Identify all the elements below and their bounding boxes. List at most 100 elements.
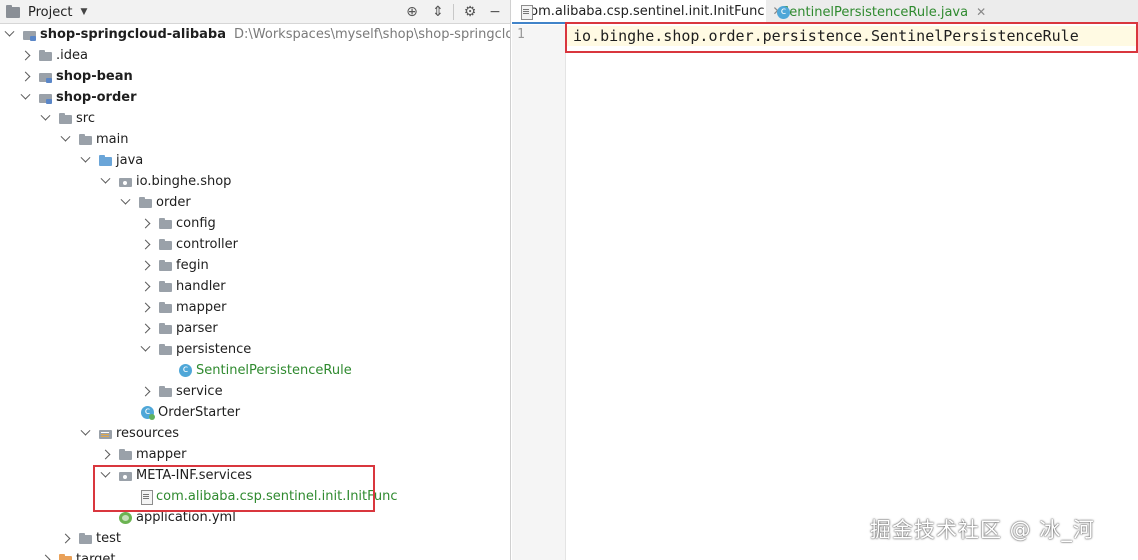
chevron-right-icon[interactable] (140, 318, 150, 339)
tree-item-sentinel-persistence-rule[interactable]: SentinelPersistenceRule (160, 360, 352, 381)
chevron-down-icon[interactable] (80, 150, 90, 171)
tree-item-label: OrderStarter (158, 405, 241, 420)
folder-icon (158, 342, 174, 358)
tree-item-label: target (76, 552, 116, 560)
resources-folder-icon (98, 426, 114, 442)
tree-item-label: handler (176, 279, 226, 294)
tree-item-shop-springcloud-alibaba[interactable]: shop-springcloud-alibaba D:\Workspaces\m… (4, 24, 510, 45)
project-view-selector[interactable]: Project ▼ (6, 3, 87, 21)
header-divider (453, 4, 454, 20)
tab-sentinel-persistence-rule[interactable]: SentinelPersistenceRule.java ✕ (770, 0, 986, 24)
tree-item-order-starter[interactable]: OrderStarter (122, 402, 240, 423)
tree-item-service[interactable]: service (140, 381, 223, 402)
tree-item-label: mapper (176, 300, 227, 315)
tree-item-target[interactable]: target (40, 549, 116, 560)
line-number: 1 (517, 27, 525, 42)
tab-label: SentinelPersistenceRule.java (781, 4, 969, 20)
tree-item-label: .idea (56, 48, 88, 63)
tree-item-label: fegin (176, 258, 209, 273)
tree-item-label: main (96, 132, 129, 147)
chevron-right-icon[interactable] (40, 549, 50, 560)
highlight-box (93, 465, 375, 512)
chevron-right-icon[interactable] (100, 444, 110, 465)
tree-item-label: persistence (176, 342, 252, 357)
tree-item-shop-order[interactable]: shop-order (20, 87, 137, 108)
tree-item-label: SentinelPersistenceRule (196, 363, 352, 378)
chevron-down-icon[interactable] (20, 87, 30, 108)
chevron-right-icon[interactable] (20, 45, 30, 66)
tree-item-resources[interactable]: resources (80, 423, 179, 444)
chevron-right-icon[interactable] (140, 255, 150, 276)
package-icon (118, 174, 134, 190)
folder-icon (158, 384, 174, 400)
target-folder-icon (58, 552, 74, 560)
chevron-down-icon[interactable] (4, 24, 14, 45)
folder-icon (158, 258, 174, 274)
project-panel-header: Project ▼ ⊕ ⇕ ⚙ − (0, 0, 510, 24)
chevron-right-icon[interactable] (140, 213, 150, 234)
spring-main-class-icon (140, 405, 156, 421)
collapse-icon[interactable]: ⇕ (429, 3, 447, 21)
tree-item-test[interactable]: test (60, 528, 121, 549)
tree-item-label: test (96, 531, 121, 546)
folder-icon (158, 279, 174, 295)
tree-item-label: service (176, 384, 223, 399)
crosshair-icon[interactable]: ⊕ (403, 3, 421, 21)
tree-item-label: src (76, 111, 95, 126)
tree-item-label: order (156, 195, 191, 210)
module-folder-icon (38, 90, 54, 106)
tab-initfunc[interactable]: com.alibaba.csp.sentinel.init.InitFunc ✕ (512, 0, 783, 24)
tree-item-label: controller (176, 237, 239, 252)
folder-icon (158, 300, 174, 316)
tree-item-label: shop-order (56, 90, 137, 105)
chevron-right-icon[interactable] (140, 297, 150, 318)
chevron-right-icon[interactable] (140, 276, 150, 297)
chevron-right-icon[interactable] (60, 528, 70, 549)
tree-item-config[interactable]: config (140, 213, 216, 234)
folder-icon (38, 48, 54, 64)
folder-icon (158, 216, 174, 232)
chevron-down-icon[interactable] (120, 192, 130, 213)
tree-item-io-binghe-shop[interactable]: io.binghe.shop (100, 171, 231, 192)
tree-item-controller[interactable]: controller (140, 234, 238, 255)
chevron-down-icon[interactable] (100, 171, 110, 192)
folder-icon (58, 111, 74, 127)
tree-item-label: parser (176, 321, 218, 336)
chevron-down-icon[interactable] (40, 108, 50, 129)
folder-icon (78, 531, 94, 547)
tree-item-resources-mapper[interactable]: mapper (100, 444, 186, 465)
chevron-down-icon[interactable]: ▼ (80, 7, 87, 17)
gear-icon[interactable]: ⚙ (461, 3, 479, 21)
tree-item-shop-bean[interactable]: shop-bean (20, 66, 133, 87)
tree-item-src[interactable]: src (40, 108, 95, 129)
tree-item-order[interactable]: order (120, 192, 191, 213)
code-highlight-box (565, 22, 1138, 53)
tree-item-fegin[interactable]: fegin (140, 255, 209, 276)
tree-item-label: mapper (136, 447, 187, 462)
source-folder-icon (98, 153, 114, 169)
tree-item-label: java (116, 153, 144, 168)
tree-item-handler[interactable]: handler (140, 276, 226, 297)
tree-item-java[interactable]: java (80, 150, 143, 171)
folder-icon (158, 237, 174, 253)
minimize-icon[interactable]: − (486, 3, 504, 21)
chevron-down-icon[interactable] (60, 129, 70, 150)
tree-item-idea[interactable]: .idea (20, 45, 88, 66)
chevron-down-icon[interactable] (140, 339, 150, 360)
tree-item-mapper[interactable]: mapper (140, 297, 226, 318)
tree-item-parser[interactable]: parser (140, 318, 218, 339)
tree-item-label: shop-springcloud-alibaba (40, 27, 226, 42)
chevron-right-icon[interactable] (20, 66, 30, 87)
project-folder-icon (6, 4, 20, 18)
java-class-icon (178, 363, 194, 379)
tree-item-label: io.binghe.shop (136, 174, 232, 189)
chevron-down-icon[interactable] (80, 423, 90, 444)
tree-item-label: config (176, 216, 216, 231)
chevron-right-icon[interactable] (140, 234, 150, 255)
tree-item-persistence[interactable]: persistence (140, 339, 251, 360)
line-gutter (512, 25, 566, 560)
tree-item-main[interactable]: main (60, 129, 128, 150)
editor-tab-bar: com.alibaba.csp.sentinel.init.InitFunc ✕… (512, 0, 1138, 24)
close-icon[interactable]: ✕ (976, 5, 986, 19)
chevron-right-icon[interactable] (140, 381, 150, 402)
